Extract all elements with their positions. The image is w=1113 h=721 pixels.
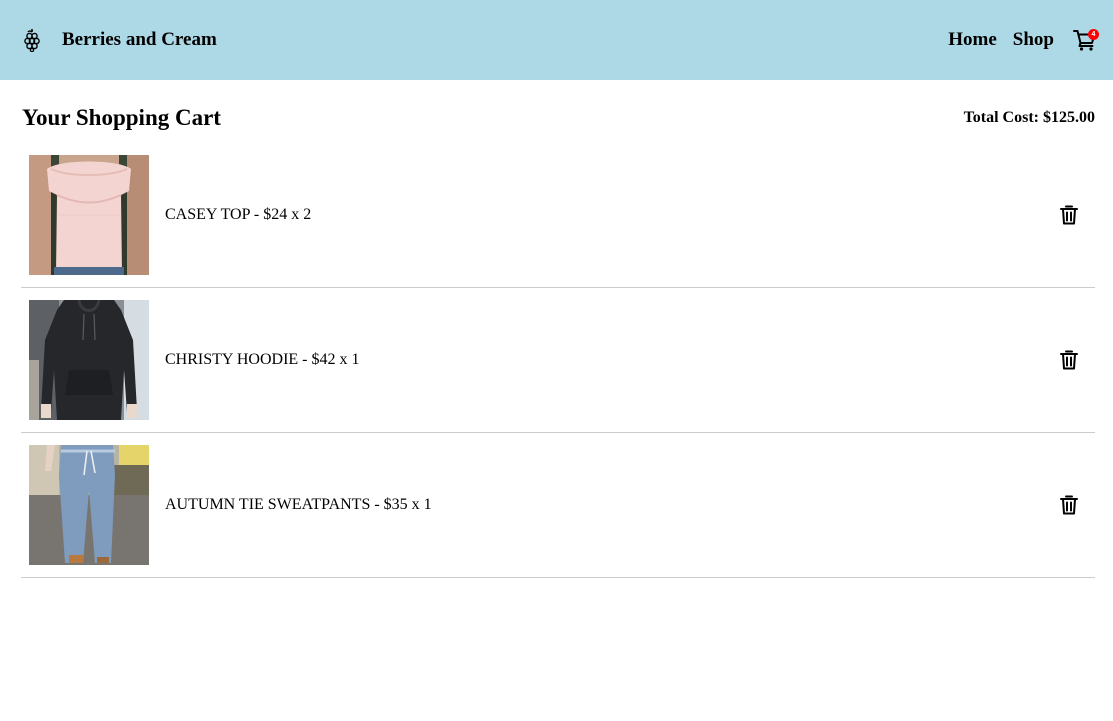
trash-icon: [1060, 350, 1078, 370]
brand[interactable]: Berries and Cream: [22, 27, 217, 53]
cart-header: Your Shopping Cart Total Cost: $125.00: [0, 103, 1113, 133]
cart-button[interactable]: 4: [1071, 26, 1099, 54]
remove-item-button[interactable]: [1057, 203, 1081, 227]
nav-links: Home Shop 4: [948, 26, 1099, 54]
cart-list: CASEY TOP - $24 x 2 CHRISTY HOODIE - $42…: [21, 143, 1095, 578]
trash-icon: [1060, 495, 1078, 515]
cart-item: CASEY TOP - $24 x 2: [21, 143, 1095, 288]
cart-item-text: CHRISTY HOODIE - $42 x 1: [165, 351, 360, 368]
cart-count-badge: 4: [1088, 29, 1099, 40]
navbar: Berries and Cream Home Shop 4: [0, 0, 1113, 80]
grey-sweatpants-photo: [29, 445, 149, 565]
berry-icon: [22, 27, 42, 53]
cart-item-text: AUTUMN TIE SWEATPANTS - $35 x 1: [165, 496, 432, 513]
remove-item-button[interactable]: [1057, 348, 1081, 372]
nav-link-shop[interactable]: Shop: [1013, 29, 1054, 51]
nav-link-home[interactable]: Home: [948, 29, 997, 51]
trash-icon: [1060, 205, 1078, 225]
total-cost: Total Cost: $125.00: [963, 109, 1095, 126]
cart-item: AUTUMN TIE SWEATPANTS - $35 x 1: [21, 433, 1095, 578]
brand-name[interactable]: Berries and Cream: [62, 29, 217, 51]
cart-page: Your Shopping Cart Total Cost: $125.00 C…: [0, 103, 1113, 578]
page-title: Your Shopping Cart: [22, 105, 221, 130]
pink-top-photo: [29, 155, 149, 275]
cart-item: CHRISTY HOODIE - $42 x 1: [21, 288, 1095, 433]
cart-item-text: CASEY TOP - $24 x 2: [165, 206, 312, 223]
remove-item-button[interactable]: [1057, 493, 1081, 517]
black-hoodie-photo: [29, 300, 149, 420]
